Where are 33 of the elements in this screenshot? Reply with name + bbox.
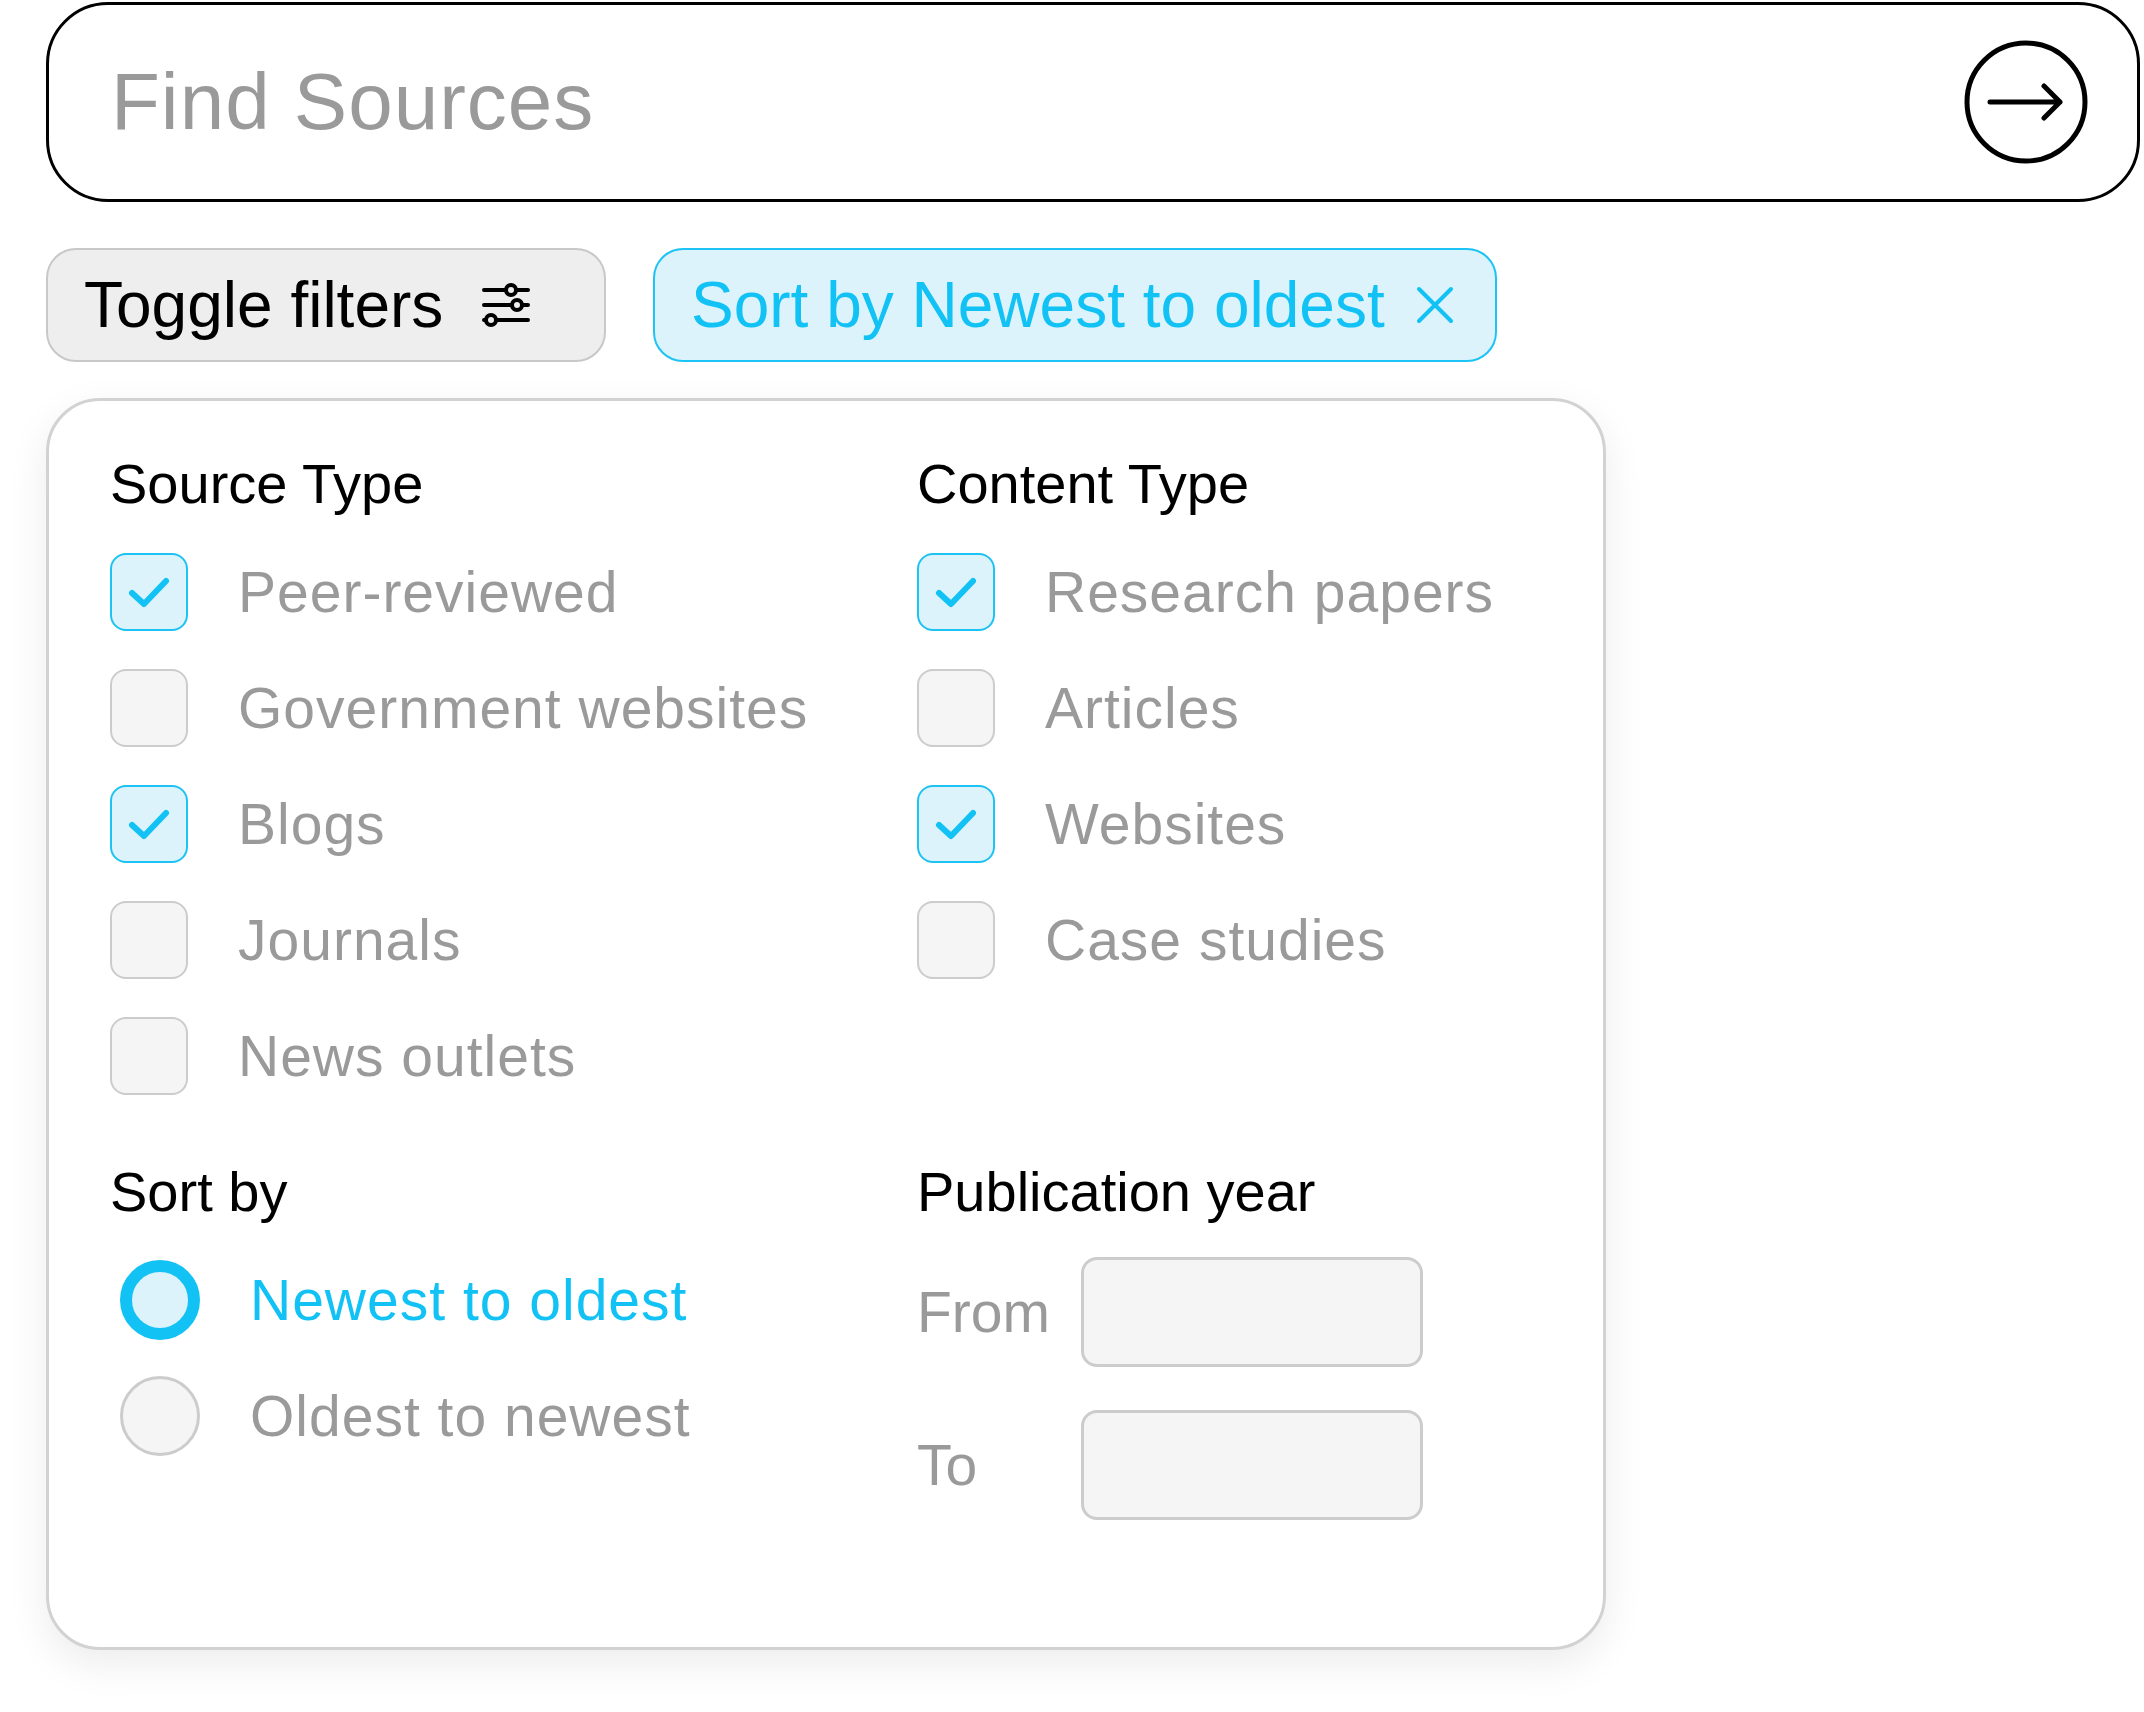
search-field[interactable]: Find Sources [46,2,2140,202]
year-label: To [917,1432,979,1498]
arrow-right-icon[interactable] [1964,40,2088,164]
toggle-filters-button[interactable]: Toggle filters [46,248,606,362]
section-heading: Sort by [110,1159,289,1225]
checkbox[interactable] [917,785,995,863]
sliders-icon [481,280,532,330]
radio-label: Newest to oldest [250,1267,688,1333]
checkbox[interactable] [110,785,188,863]
checkbox-label: Websites [1045,791,1287,857]
close-icon[interactable] [1414,285,1455,325]
checkbox[interactable] [110,1017,188,1095]
year-label: From [917,1279,1051,1345]
checkbox[interactable] [917,669,995,747]
checkbox[interactable] [110,901,188,979]
checkbox-label: Research papers [1045,559,1495,625]
checkbox[interactable] [917,553,995,631]
section-heading: Publication year [917,1159,1317,1225]
checkbox[interactable] [917,901,995,979]
radio-label: Oldest to newest [250,1383,691,1449]
checkbox[interactable] [110,553,188,631]
checkbox[interactable] [110,669,188,747]
checkbox-label: Blogs [238,791,386,857]
checkbox-label: Articles [1045,675,1240,741]
checkbox-label: News outlets [238,1023,577,1089]
checkbox-label: Government websites [238,675,809,741]
year-input[interactable] [1081,1257,1423,1367]
year-input[interactable] [1081,1410,1423,1520]
section-heading: Source Type [110,451,425,517]
checkbox-label: Journals [238,907,462,973]
checkbox-label: Case studies [1045,907,1387,973]
checkbox-label: Peer-reviewed [238,559,619,625]
section-heading: Content Type [917,451,1251,517]
